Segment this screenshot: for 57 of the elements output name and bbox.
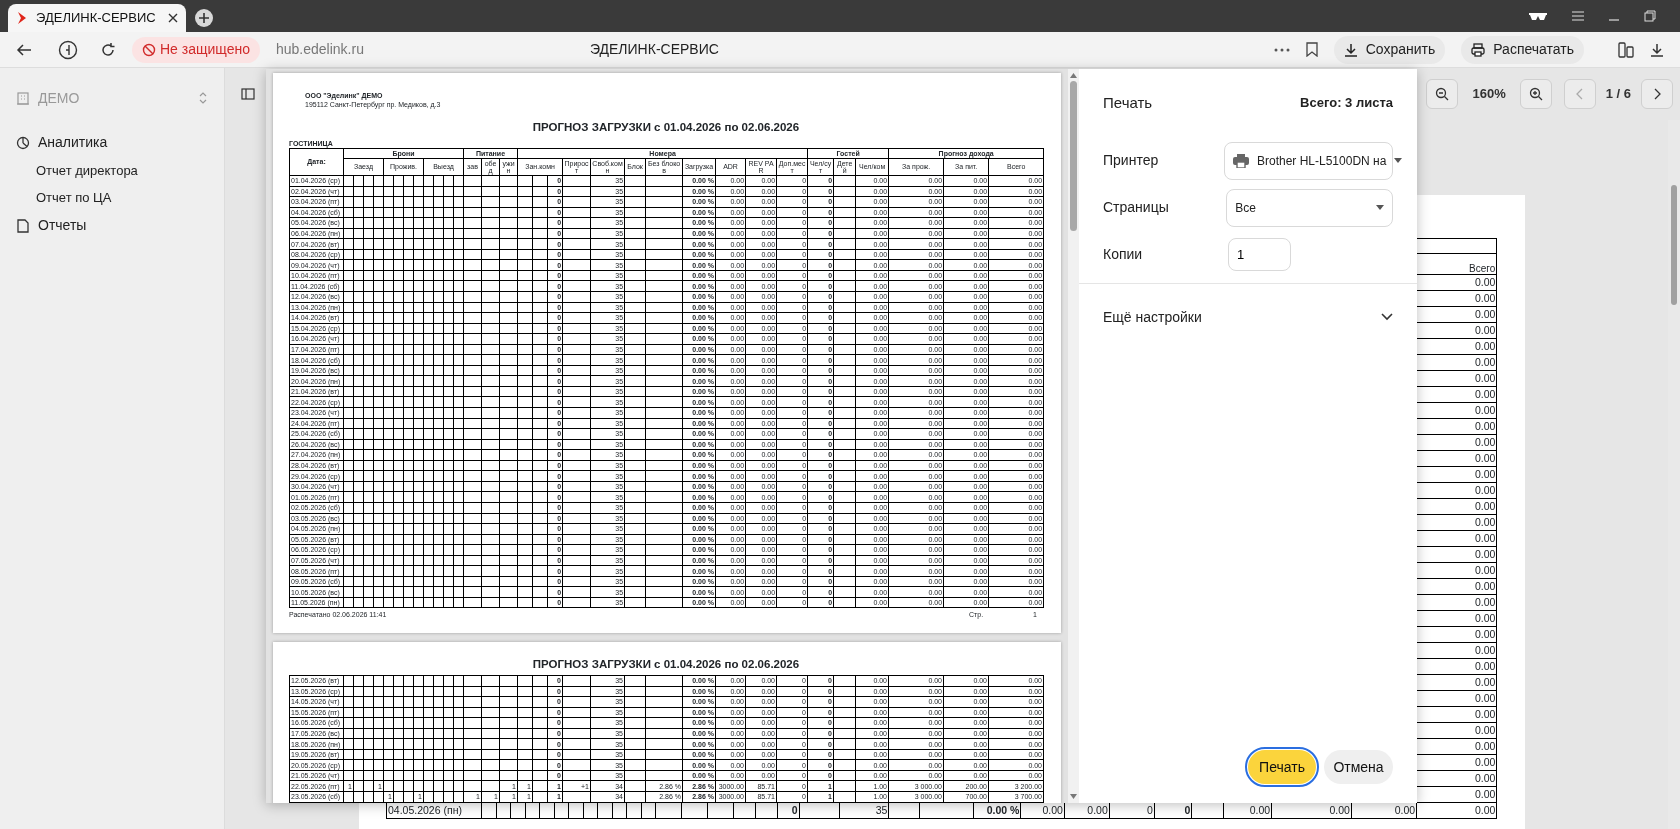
sidebar-toggle-icon[interactable] (241, 88, 255, 101)
chevron-right-icon (1653, 88, 1661, 101)
report-title: ПРОГНОЗ ЗАГРУЗКИ с 01.04.2026 по 02.06.2026 (532, 121, 800, 133)
zoom-out-button[interactable] (1426, 79, 1459, 110)
scrollbar-thumb[interactable] (1070, 81, 1077, 231)
chart-pie-icon (16, 135, 30, 150)
menu-icon[interactable] (1572, 11, 1584, 21)
download-icon[interactable] (1650, 42, 1664, 57)
caret-down-icon (1394, 158, 1403, 163)
printer-icon (1233, 153, 1249, 168)
zoom-level: 160% (1472, 85, 1506, 104)
new-tab-icon[interactable] (194, 8, 214, 28)
dialog-title: Печать (1103, 92, 1153, 113)
copies-field[interactable]: 1 (1228, 237, 1291, 271)
report-title: ПРОГНОЗ ЗАГРУЗКИ с 01.04.2026 по 02.06.2026 (532, 658, 800, 670)
browser-logo-icon[interactable] (58, 39, 78, 60)
scroll-down-icon[interactable] (1070, 794, 1077, 799)
download-icon (1343, 42, 1358, 57)
sidebar-item[interactable]: Отчеты (0, 211, 224, 240)
print-button[interactable]: Печать (1248, 750, 1316, 784)
scroll-up-icon[interactable] (1070, 73, 1077, 78)
print-button[interactable]: Распечатать (1461, 35, 1584, 64)
glasses-icon[interactable] (1528, 11, 1548, 21)
field-label: Копии (1103, 244, 1144, 264)
more-settings-toggle[interactable]: Ещё настройки (1079, 284, 1417, 350)
table-cell: 0.00 (1416, 802, 1497, 819)
sheet-count: Всего: 3 листа (1300, 94, 1393, 113)
security-indicator[interactable]: Не защищено (132, 36, 260, 63)
sidebar-item[interactable]: Аналитика (0, 128, 224, 157)
extensions-icon[interactable] (1618, 41, 1634, 58)
more-icon[interactable] (1273, 47, 1290, 52)
back-icon[interactable] (16, 42, 32, 57)
page-title: ЭДЕЛИНК-СЕРВИС (589, 40, 719, 59)
cancel-button[interactable]: Отмена (1324, 750, 1393, 784)
logo-icon (16, 11, 28, 25)
browser-tab[interactable]: ЭДЕЛИНК-СЕРВИС (8, 4, 186, 32)
printer-icon (1471, 42, 1486, 57)
bookmark-icon[interactable] (1305, 42, 1318, 57)
reload-icon[interactable] (100, 41, 116, 58)
restore-icon[interactable] (1644, 10, 1656, 22)
field-label: Страницы (1103, 198, 1170, 217)
save-button[interactable]: Сохранить (1333, 35, 1446, 64)
zoom-out-icon (1435, 87, 1450, 102)
pages-dropdown[interactable]: Все (1226, 188, 1393, 227)
close-icon[interactable] (168, 13, 178, 23)
sidebar-subitem[interactable]: Отчет директора (0, 157, 224, 184)
field-label: Принтер (1103, 151, 1160, 170)
document-icon (16, 218, 30, 233)
zoom-in-button[interactable] (1519, 79, 1552, 110)
chevron-left-icon (1575, 88, 1584, 101)
zoom-in-icon (1528, 87, 1543, 102)
caret-down-icon (1376, 205, 1384, 210)
sidebar-subitem[interactable]: Отчет по ЦА (0, 184, 224, 211)
page-counter: 1 / 6 (1605, 85, 1631, 104)
url-text[interactable]: hub.edelink.ru (276, 39, 364, 60)
building-icon (16, 91, 30, 105)
blocked-icon (142, 42, 156, 57)
